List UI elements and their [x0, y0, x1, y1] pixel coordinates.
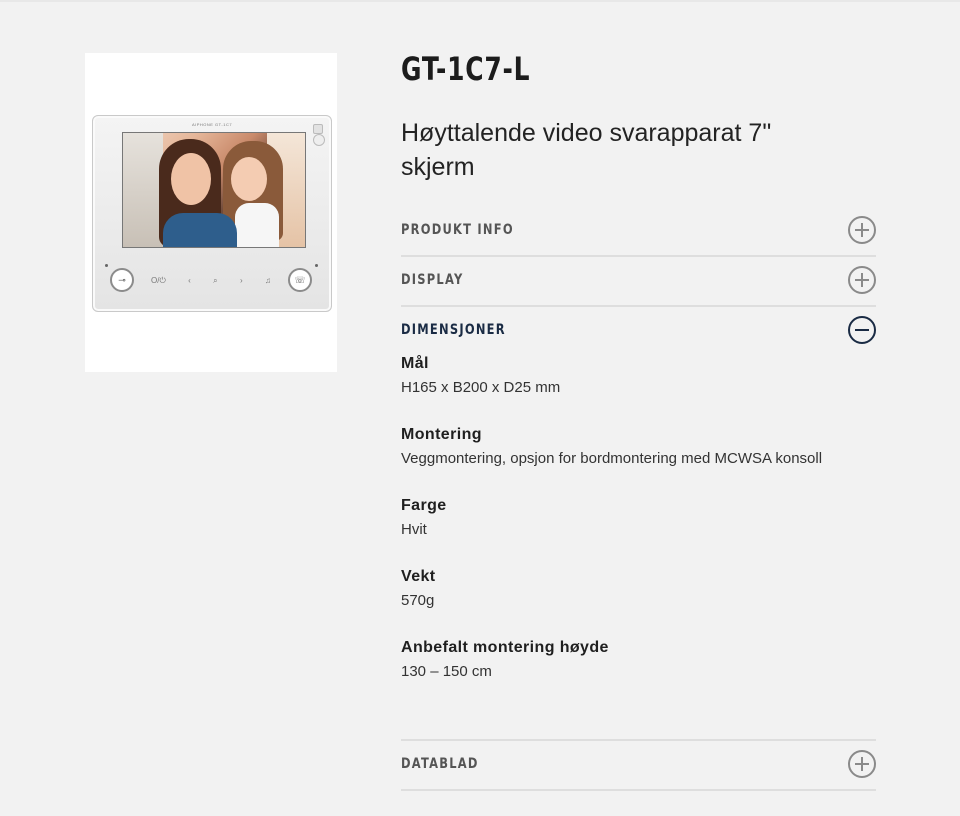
accordion-display[interactable]: DISPLAY	[401, 257, 876, 307]
accordion-dimensjoner[interactable]: DIMENSJONER	[401, 307, 876, 355]
device-brand-label: AIPHONE GT-1C7	[191, 122, 233, 127]
talk-button-icon: ☏	[288, 268, 312, 292]
accordion-label: PRODUKT INFO	[401, 222, 514, 238]
zoom-icon: ⌕	[213, 276, 218, 285]
device-control-icons: O/⏻ ‹ ⌕ › ♫	[151, 276, 271, 286]
device-dot	[105, 264, 108, 267]
spec-value: Veggmontering, opsjon for bordmontering …	[401, 450, 823, 467]
device-screen	[122, 132, 306, 248]
minus-circle-icon[interactable]	[848, 316, 876, 344]
top-divider	[0, 0, 960, 2]
plus-circle-icon[interactable]	[848, 750, 876, 778]
spec-value: H165 x B200 x D25 mm	[401, 379, 561, 396]
page-title: GT-1C7-L	[401, 50, 531, 88]
accordion-label: DATABLAD	[401, 756, 479, 772]
accordion-datablad[interactable]: DATABLAD	[401, 741, 876, 791]
chevron-right-icon: ›	[239, 276, 243, 285]
power-icon: O/⏻	[151, 276, 166, 285]
spec-label: Anbefalt montering høyde	[401, 639, 609, 656]
spec-value: Hvit	[401, 521, 427, 538]
dimensions-panel: Mål H165 x B200 x D25 mm Montering Veggm…	[401, 352, 861, 707]
spec-item: Anbefalt montering høyde 130 – 150 cm	[401, 636, 861, 684]
product-accordion-bottom: DATABLAD	[401, 739, 876, 791]
spec-label: Montering	[401, 426, 482, 443]
chime-icon: ♫	[264, 276, 271, 285]
door-release-button-icon: ⊸	[110, 268, 134, 292]
chevron-left-icon: ‹	[188, 276, 191, 285]
plus-circle-icon[interactable]	[848, 266, 876, 294]
accordion-label: DIMENSJONER	[401, 322, 506, 338]
spec-label: Mål	[401, 355, 429, 372]
device-indicator	[313, 124, 323, 134]
spec-item: Vekt 570g	[401, 565, 861, 613]
product-image[interactable]: AIPHONE GT-1C7 ⊸ O/⏻ ‹ ⌕ › ♫ ☏	[85, 53, 337, 372]
spec-label: Vekt	[401, 568, 436, 585]
spec-item: Montering Veggmontering, opsjon for bord…	[401, 423, 861, 471]
spec-value: 570g	[401, 592, 435, 609]
device-dot	[315, 264, 318, 267]
product-accordion: PRODUKT INFO DISPLAY DIMENSJONER	[401, 207, 876, 355]
plus-circle-icon[interactable]	[848, 216, 876, 244]
accordion-label: DISPLAY	[401, 272, 464, 288]
intercom-device-image: AIPHONE GT-1C7 ⊸ O/⏻ ‹ ⌕ › ♫ ☏	[92, 115, 332, 312]
device-camera-icon	[313, 134, 325, 146]
spec-value: 130 – 150 cm	[401, 663, 492, 680]
spec-item: Mål H165 x B200 x D25 mm	[401, 352, 861, 400]
product-subtitle: Høyttalende video svarapparat 7" skjerm	[401, 119, 772, 181]
spec-item: Farge Hvit	[401, 494, 861, 542]
spec-label: Farge	[401, 497, 447, 514]
accordion-produkt-info[interactable]: PRODUKT INFO	[401, 207, 876, 257]
